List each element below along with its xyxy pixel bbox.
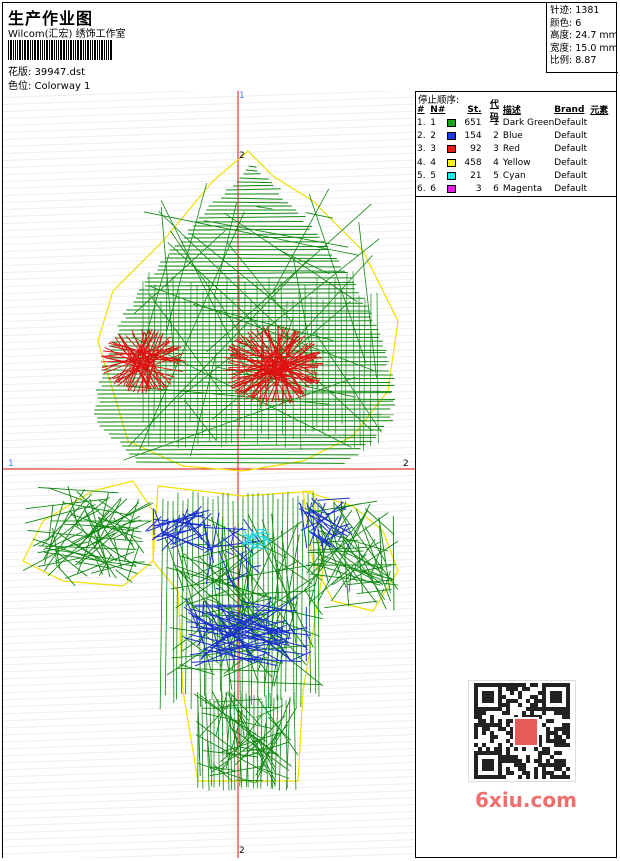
color-table-row[interactable]: 5. 5 21 5 Cyan Default	[417, 169, 615, 182]
design-file-label: 花版: 39947.dst	[8, 67, 86, 78]
qr-code	[468, 680, 576, 782]
company-name: Wilcom(汇宏) 绣饰工作室	[8, 29, 126, 40]
spec-scale: 比例: 8.87	[550, 55, 597, 66]
color-table-row[interactable]: 4. 4 458 4 Yellow Default	[417, 156, 615, 169]
qr-logo-icon	[513, 717, 539, 747]
color-swatch	[447, 118, 457, 127]
color-table-row[interactable]: 6. 6 3 6 Magenta Default	[417, 182, 615, 195]
color-swatch	[447, 171, 457, 180]
sheet-header: 生产作业图 Wilcom(汇宏) 绣饰工作室 花版: 39947.dst 色位:…	[3, 3, 618, 92]
axis-label-top-inner: 2	[239, 151, 245, 161]
spec-height: 高度: 24.7 mm	[550, 30, 618, 41]
axis-label-top: 1	[239, 91, 245, 101]
color-swatch	[447, 185, 457, 194]
colorway-label: 色位: Colorway 1	[8, 81, 91, 92]
color-swatch	[447, 158, 457, 167]
barcode	[8, 40, 118, 60]
design-canvas[interactable]: 1 1 2 2 2	[3, 91, 416, 858]
spec-stitches: 针迹: 1381	[550, 5, 600, 16]
color-table-row[interactable]: 3. 3 92 3 Red Default	[417, 143, 615, 156]
color-swatch	[447, 131, 457, 140]
axis-label-right: 2	[403, 459, 409, 469]
color-swatch	[447, 145, 457, 154]
spec-panel: 针迹: 1381 颜色: 6 高度: 24.7 mm 宽度: 15.0 mm 比…	[546, 3, 618, 73]
embroidery-preview	[3, 91, 415, 858]
axis-label-left: 1	[8, 459, 14, 469]
color-table-row[interactable]: 1. 1 651 1 Dark Green Default	[417, 116, 615, 129]
panel-divider	[415, 196, 617, 197]
axis-label-bottom: 2	[239, 846, 245, 856]
color-table-row[interactable]: 2. 2 154 2 Blue Default	[417, 129, 615, 142]
spec-width: 宽度: 15.0 mm	[550, 42, 618, 54]
color-table: # N# St. 代码 描述 Brand 元素 1. 1 651 1 Dark Gree…	[417, 99, 615, 196]
watermark-text: 6xiu.com	[475, 788, 577, 812]
spec-colors: 颜色: 6	[550, 17, 582, 29]
color-table-header: # N# St. 代码 描述 Brand 元素	[417, 99, 609, 123]
